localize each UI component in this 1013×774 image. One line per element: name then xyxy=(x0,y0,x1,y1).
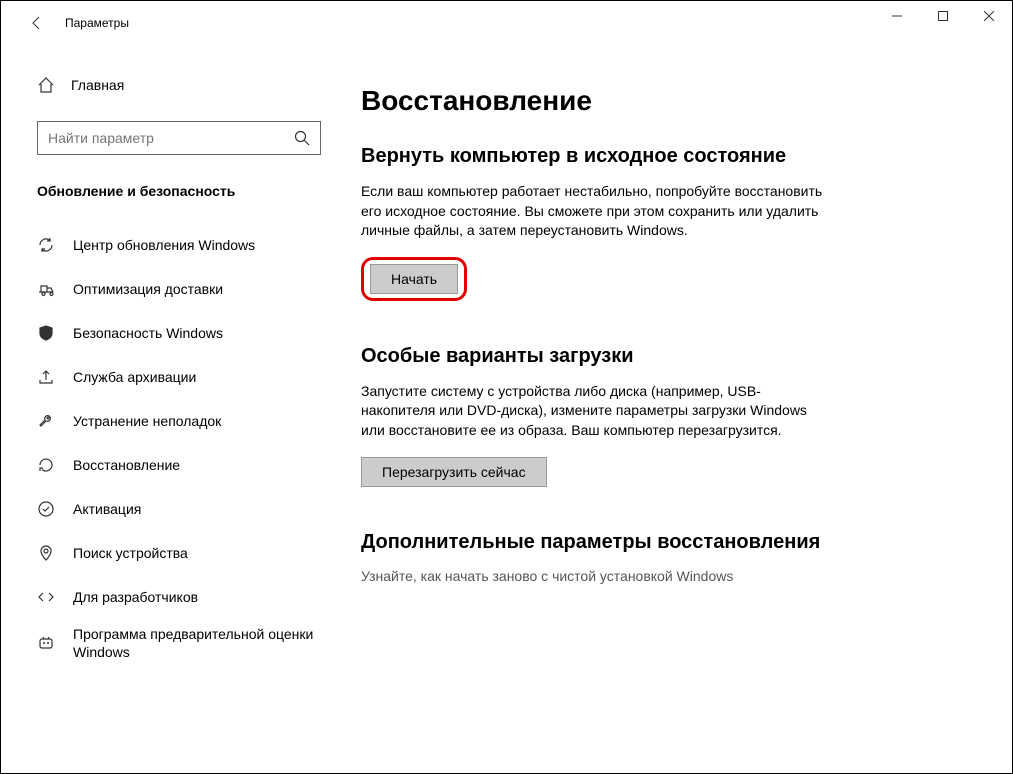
maximize-button[interactable] xyxy=(920,1,966,31)
sidebar-item-windows-update[interactable]: Центр обновления Windows xyxy=(37,223,321,267)
titlebar: Параметры xyxy=(1,1,1012,45)
sidebar-item-label: Активация xyxy=(73,500,141,518)
restart-now-button[interactable]: Перезагрузить сейчас xyxy=(361,457,547,487)
back-button[interactable] xyxy=(17,3,57,43)
section-more-recovery: Дополнительные параметры восстановления … xyxy=(361,531,952,584)
sidebar-item-label: Программа предварительной оценки Windows xyxy=(73,625,321,661)
sidebar-item-windows-security[interactable]: Безопасность Windows xyxy=(37,311,321,355)
close-button[interactable] xyxy=(966,1,1012,31)
sidebar-item-delivery-optimization[interactable]: Оптимизация доставки xyxy=(37,267,321,311)
sidebar-item-activation[interactable]: Активация xyxy=(37,487,321,531)
insider-icon xyxy=(37,634,55,652)
nav-list: Центр обновления Windows Оптимизация дос… xyxy=(37,223,321,667)
shield-icon xyxy=(37,324,55,342)
section-advanced-startup: Особые варианты загрузки Запустите систе… xyxy=(361,345,952,487)
start-reset-button[interactable]: Начать xyxy=(370,264,458,294)
sidebar-item-troubleshoot[interactable]: Устранение неполадок xyxy=(37,399,321,443)
close-icon xyxy=(984,11,994,21)
arrow-left-icon xyxy=(29,15,45,31)
sidebar-item-backup[interactable]: Служба архивации xyxy=(37,355,321,399)
window-controls xyxy=(874,1,1012,31)
search-box[interactable] xyxy=(37,121,321,155)
location-icon xyxy=(37,544,55,562)
sidebar-item-label: Восстановление xyxy=(73,456,180,474)
fresh-start-link[interactable]: Узнайте, как начать заново с чистой уста… xyxy=(361,568,952,584)
section-title: Вернуть компьютер в исходное состояние xyxy=(361,145,952,168)
sidebar-item-label: Оптимизация доставки xyxy=(73,280,223,298)
home-label: Главная xyxy=(71,77,124,93)
minimize-icon xyxy=(892,11,902,21)
section-text: Если ваш компьютер работает нестабильно,… xyxy=(361,182,831,241)
maximize-icon xyxy=(938,11,948,21)
recovery-icon xyxy=(37,456,55,474)
section-title: Особые варианты загрузки xyxy=(361,345,952,368)
window-title: Параметры xyxy=(65,16,129,30)
sidebar-item-label: Служба архивации xyxy=(73,368,196,386)
main-content: Восстановление Вернуть компьютер в исход… xyxy=(341,45,1012,773)
sidebar-item-for-developers[interactable]: Для разработчиков xyxy=(37,575,321,619)
category-heading: Обновление и безопасность xyxy=(37,183,321,199)
delivery-icon xyxy=(37,280,55,298)
sidebar-item-label: Центр обновления Windows xyxy=(73,236,255,254)
check-circle-icon xyxy=(37,500,55,518)
search-icon xyxy=(294,130,310,146)
section-title: Дополнительные параметры восстановления xyxy=(361,531,952,554)
sidebar-item-label: Для разработчиков xyxy=(73,588,198,606)
search-input[interactable] xyxy=(48,130,294,146)
section-text: Запустите систему с устройства либо диск… xyxy=(361,382,831,441)
sidebar: Главная Обновление и безопасность Центр … xyxy=(1,45,341,773)
code-icon xyxy=(37,588,55,606)
wrench-icon xyxy=(37,412,55,430)
sidebar-item-label: Устранение неполадок xyxy=(73,412,221,430)
sidebar-item-find-device[interactable]: Поиск устройства xyxy=(37,531,321,575)
sync-icon xyxy=(37,236,55,254)
home-nav[interactable]: Главная xyxy=(37,65,321,105)
section-reset-pc: Вернуть компьютер в исходное состояние Е… xyxy=(361,145,952,301)
page-title: Восстановление xyxy=(361,85,952,117)
upload-icon xyxy=(37,368,55,386)
sidebar-item-label: Безопасность Windows xyxy=(73,324,223,342)
minimize-button[interactable] xyxy=(874,1,920,31)
home-icon xyxy=(37,76,55,94)
highlight-annotation: Начать xyxy=(361,257,467,301)
sidebar-item-insider-program[interactable]: Программа предварительной оценки Windows xyxy=(37,619,321,667)
sidebar-item-label: Поиск устройства xyxy=(73,544,188,562)
sidebar-item-recovery[interactable]: Восстановление xyxy=(37,443,321,487)
